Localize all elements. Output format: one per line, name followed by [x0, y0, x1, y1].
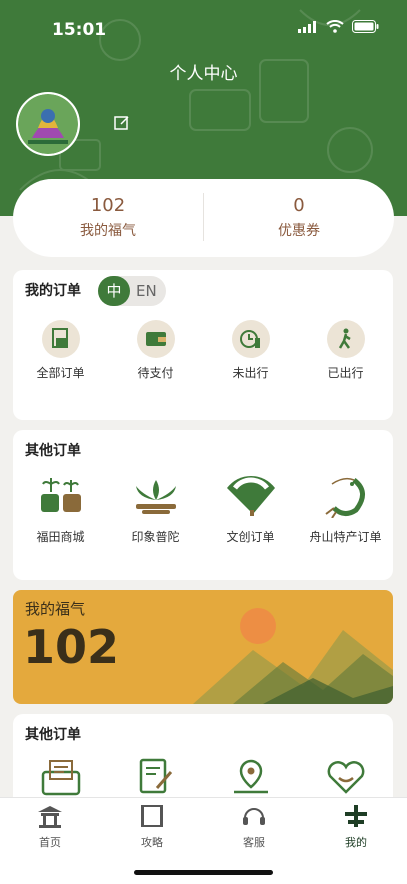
other-orders-grid: 福田商城 印象普陀 文创订单 舟山特产订单 [13, 474, 393, 545]
bottom-tab-bar: 首页 攻略 客服 我的 [0, 797, 407, 884]
stat-fuqi[interactable]: 102 我的福气 [13, 195, 203, 240]
wifi-icon [326, 20, 344, 33]
map-pin-icon [233, 759, 268, 794]
pavilion-icon [38, 806, 62, 828]
other-order-item[interactable] [13, 758, 108, 800]
other-orders-grid-2 [13, 758, 393, 800]
stats-card: 102 我的福气 0 优惠券 [13, 179, 394, 257]
other-order-label: 舟山特产订单 [309, 530, 382, 544]
fan-icon [226, 476, 275, 516]
stat-coupon[interactable]: 0 优惠券 [204, 195, 394, 240]
my-orders-grid: 全部订单 待支付 未出行 已出行 [13, 320, 393, 381]
home-indicator [134, 870, 273, 875]
tab-guide[interactable]: 攻略 [122, 804, 182, 850]
status-time: 15:01 [52, 20, 107, 40]
stat-label: 我的福气 [80, 223, 136, 239]
receipt-icon [41, 320, 80, 358]
shrimp-icon [324, 477, 365, 519]
order-label: 全部订单 [36, 366, 85, 380]
lang-en[interactable]: EN [136, 276, 157, 306]
tab-mine[interactable]: 我的 [326, 804, 386, 850]
tab-label: 我的 [345, 836, 367, 849]
order-unpaid[interactable]: 待支付 [108, 320, 203, 381]
clock-person-icon [231, 320, 270, 358]
stat-label: 优惠券 [278, 223, 320, 239]
other-order-label: 文创订单 [226, 530, 275, 544]
status-bar: 15:01 [0, 14, 407, 48]
other-orders-title-2: 其他订单 [25, 727, 81, 743]
tab-home[interactable]: 首页 [20, 804, 80, 850]
avatar[interactable] [16, 92, 80, 156]
order-label: 未出行 [232, 366, 269, 380]
tab-label: 攻略 [141, 836, 163, 849]
wallet-icon [136, 320, 175, 358]
other-order-label: 印象普陀 [131, 530, 180, 544]
farmland-icon [40, 478, 81, 512]
order-yinxiang-putuo[interactable]: 印象普陀 [108, 474, 203, 545]
order-label: 待支付 [137, 366, 174, 380]
stat-value: 102 [90, 195, 126, 216]
order-cultural[interactable]: 文创订单 [203, 474, 298, 545]
order-futian-mall[interactable]: 福田商城 [13, 474, 108, 545]
my-orders-title: 我的订单 [25, 283, 81, 299]
language-toggle[interactable]: 中 EN [98, 276, 166, 306]
profile-icon [345, 805, 367, 827]
order-all[interactable]: 全部订单 [13, 320, 108, 381]
other-order-item[interactable] [298, 758, 393, 800]
fuqi-banner[interactable]: 我的福气 102 [13, 590, 393, 704]
other-orders-card: 其他订单 福田商城 印象普陀 文创订单 舟山特产订单 [13, 430, 393, 580]
inbox-icon [41, 760, 80, 796]
heart-smile-icon [327, 761, 364, 794]
walking-icon [326, 320, 365, 358]
cellular-icon [298, 20, 316, 33]
other-order-item[interactable] [203, 758, 298, 800]
scroll-icon [141, 805, 163, 827]
fuqi-label: 我的福气 [25, 600, 86, 618]
battery-icon [352, 20, 379, 33]
order-label: 已出行 [327, 366, 364, 380]
headset-icon [243, 808, 265, 825]
stat-value: 0 [293, 195, 305, 216]
edit-icon[interactable] [114, 115, 130, 135]
tab-label: 客服 [243, 836, 265, 849]
lang-zh[interactable]: 中 [98, 276, 130, 306]
order-traveled[interactable]: 已出行 [298, 320, 393, 381]
lotus-icon [135, 480, 176, 514]
tab-label: 首页 [39, 836, 61, 849]
my-orders-card: 我的订单 中 EN 全部订单 待支付 未出行 已出行 [13, 270, 393, 420]
document-edit-icon [139, 758, 172, 794]
other-order-item[interactable] [108, 758, 203, 800]
other-orders-title: 其他订单 [25, 443, 81, 459]
fuqi-value: 102 [23, 620, 120, 674]
page-title: 个人中心 [169, 64, 238, 84]
order-zhoushan-specialty[interactable]: 舟山特产订单 [298, 474, 393, 545]
order-not-traveled[interactable]: 未出行 [203, 320, 298, 381]
tab-service[interactable]: 客服 [224, 804, 284, 850]
other-order-label: 福田商城 [36, 530, 85, 544]
